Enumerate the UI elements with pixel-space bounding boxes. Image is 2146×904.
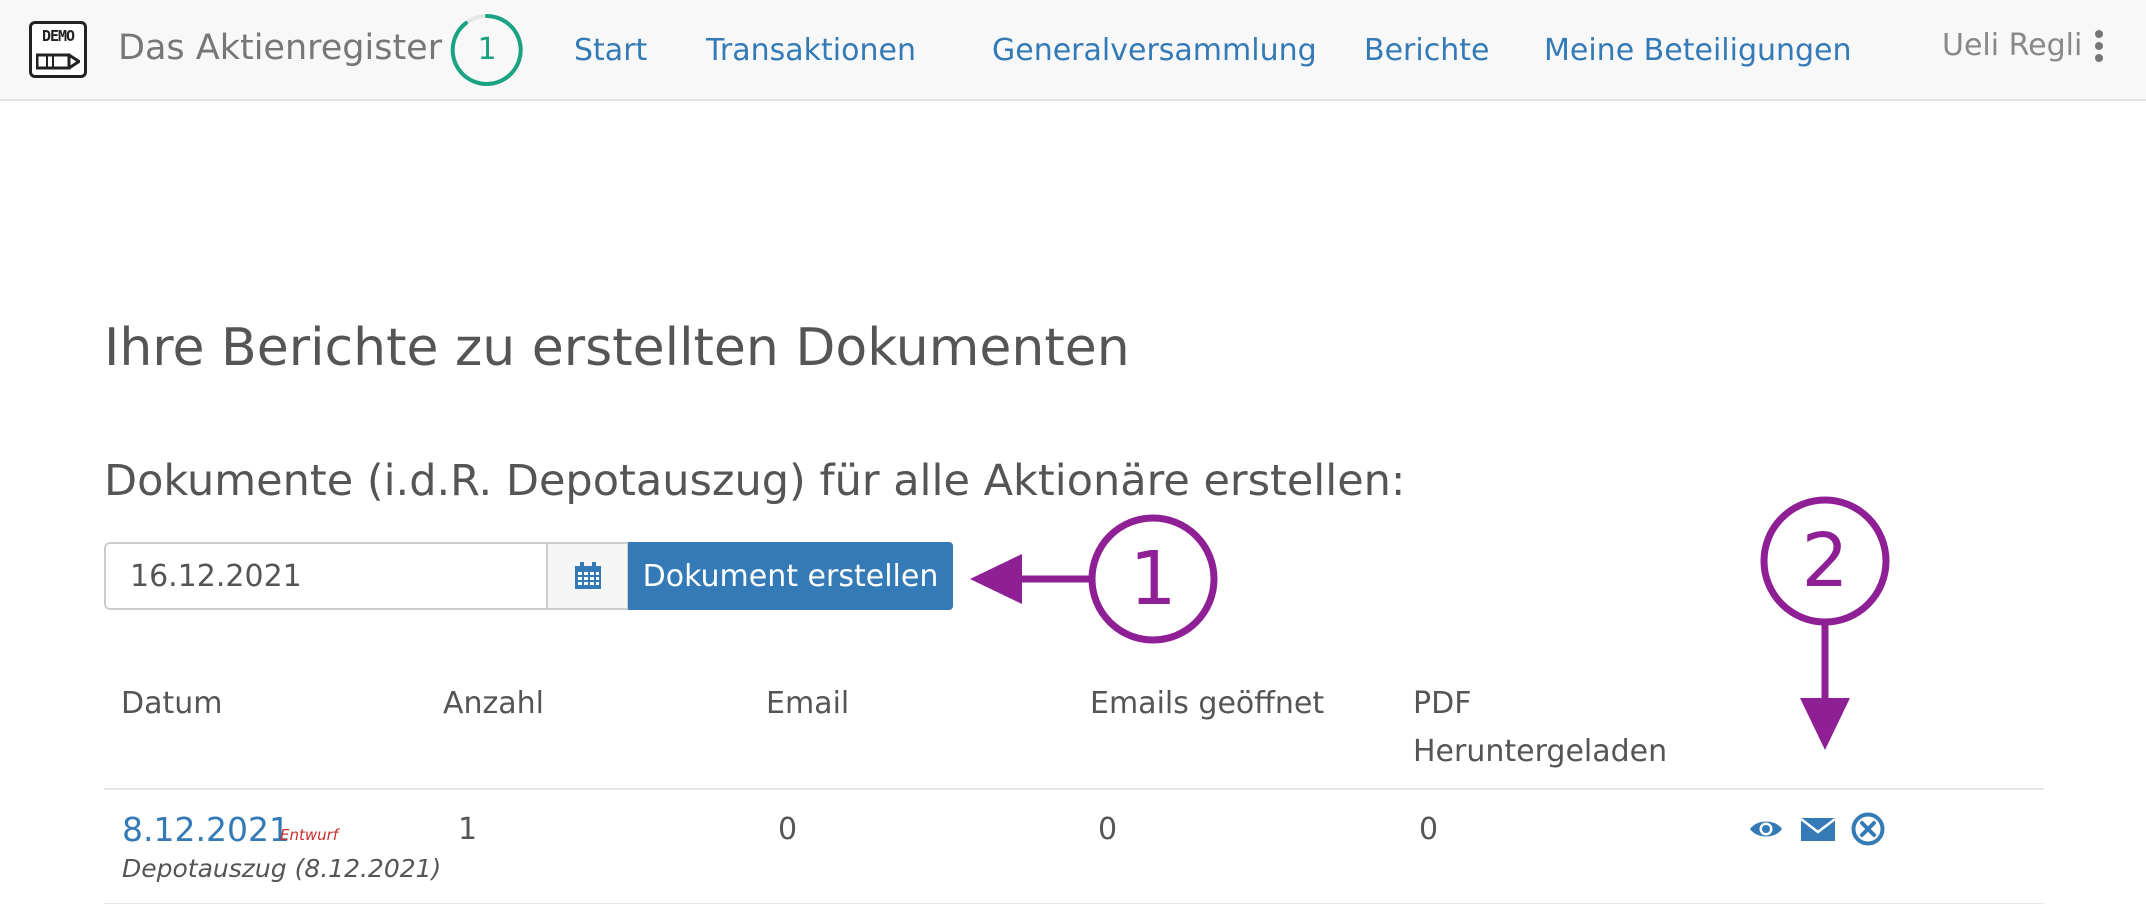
annotation-overlay (970, 496, 1890, 750)
annotation-marker-1: 1 (1129, 536, 1177, 622)
annotation-marker-2: 2 (1801, 518, 1849, 604)
